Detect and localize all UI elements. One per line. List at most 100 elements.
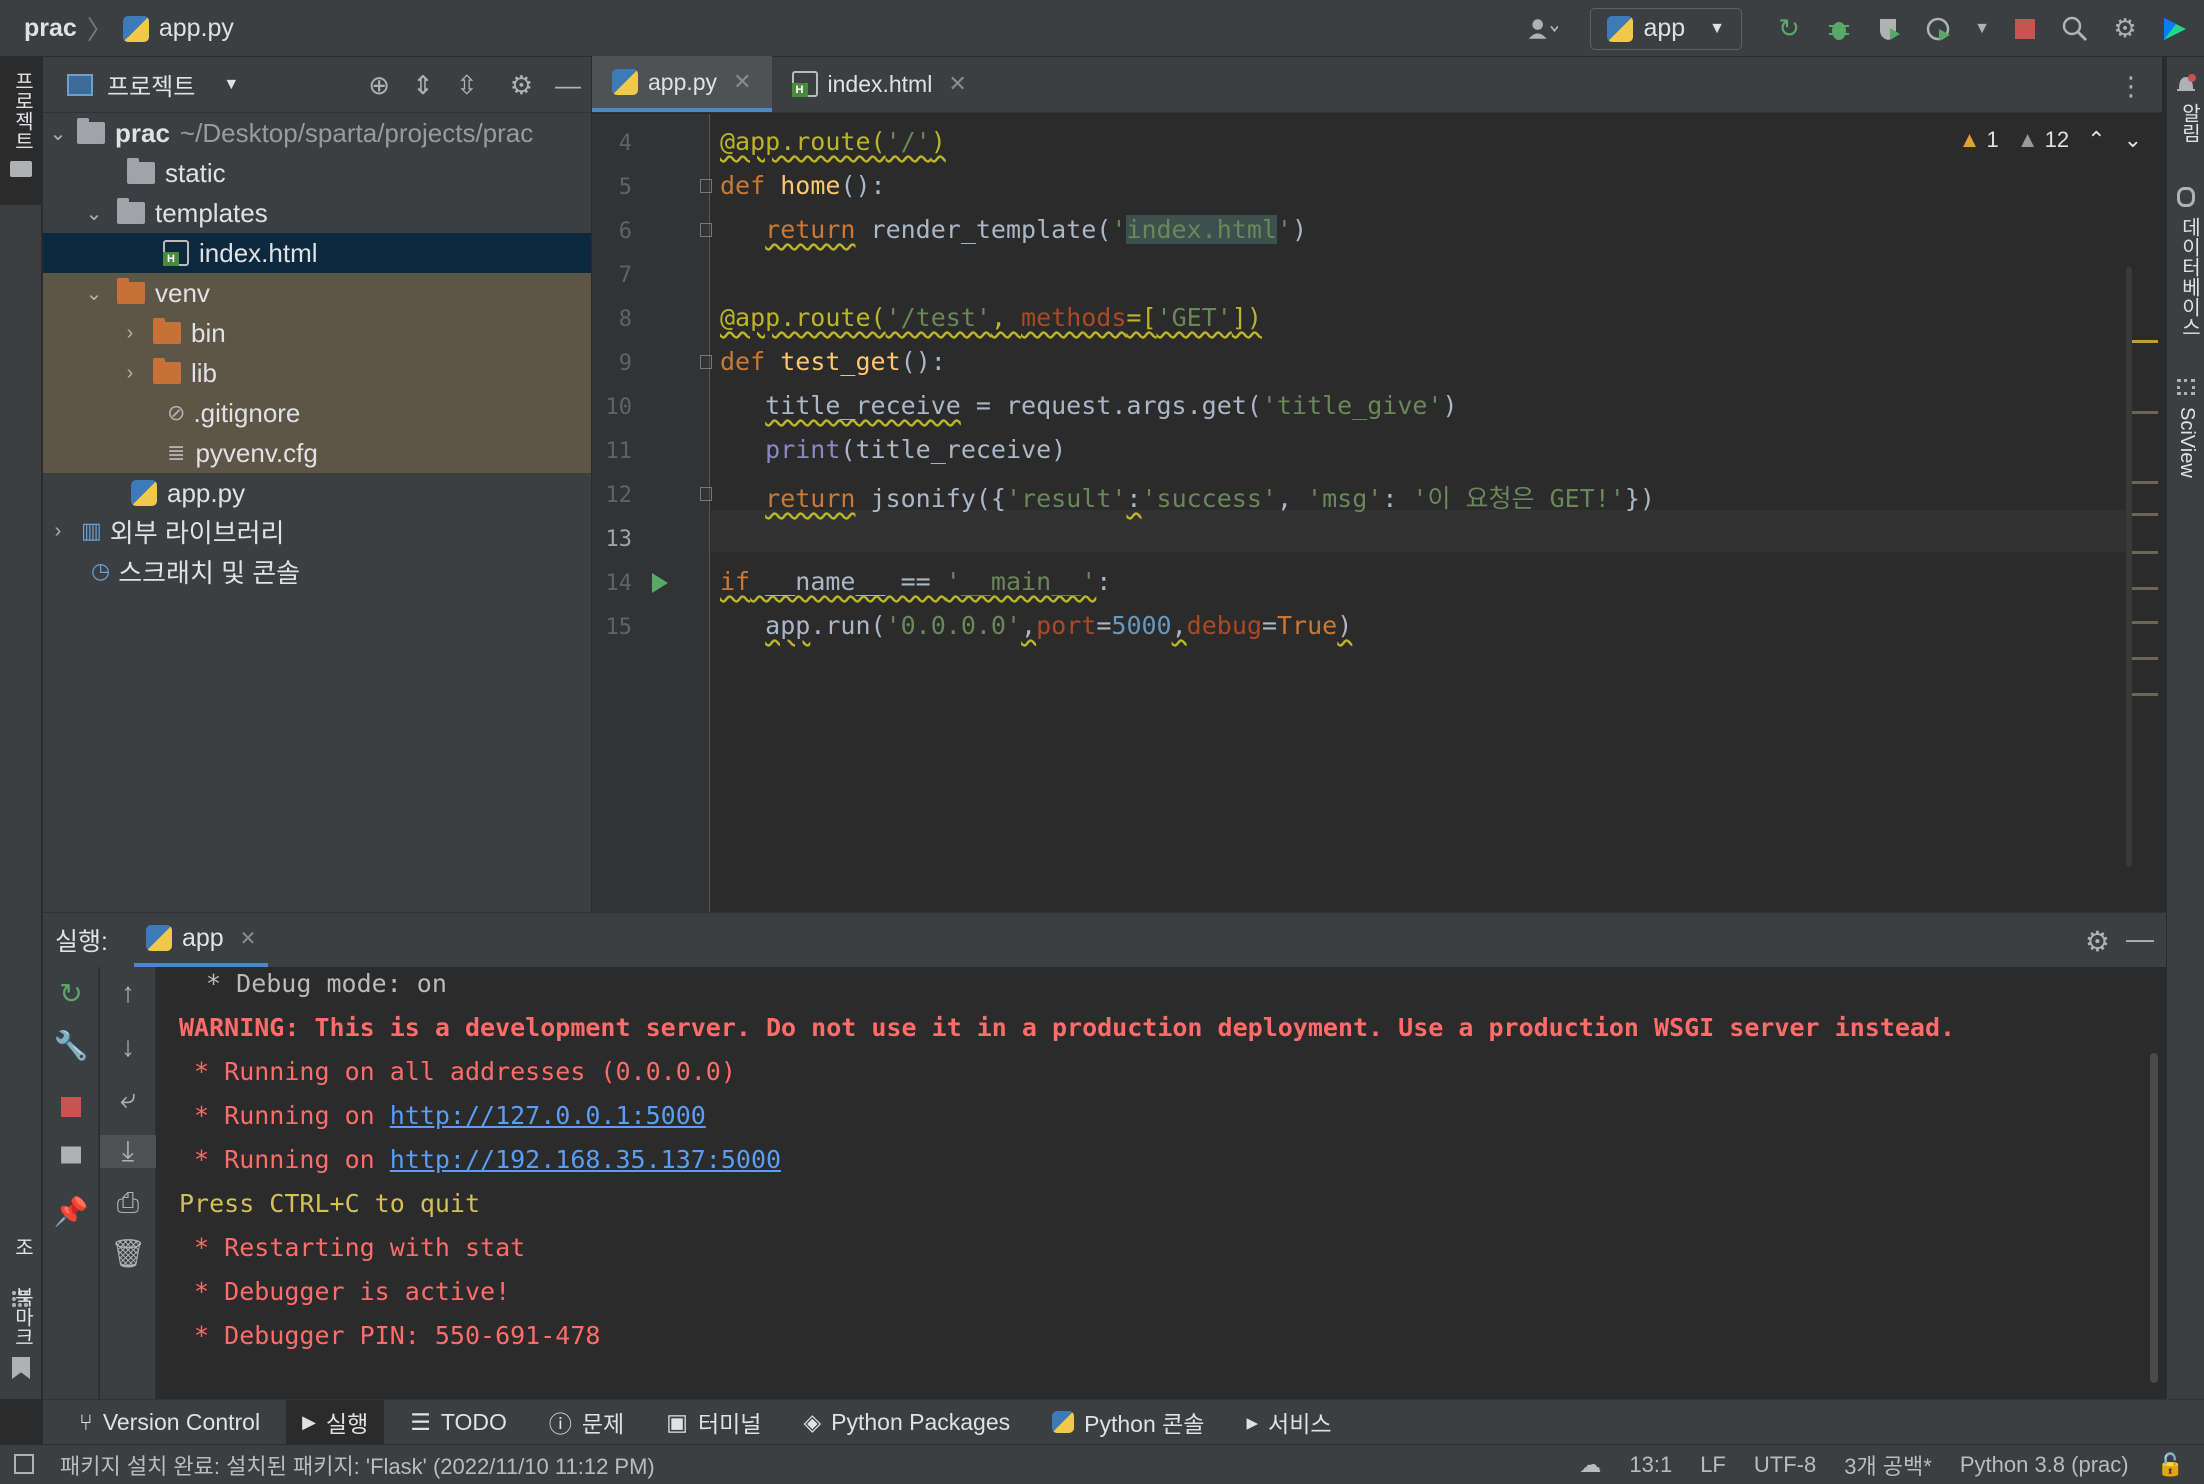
fold-marker-icon[interactable] xyxy=(700,223,712,237)
code-line[interactable]: @app.route('/test', methods=['GET']) xyxy=(720,303,1262,332)
trash-icon[interactable]: 🗑 xyxy=(100,1237,156,1270)
lock-icon[interactable]: 🔓 xyxy=(2157,1452,2184,1478)
chevron-right-icon[interactable]: › xyxy=(121,362,139,385)
tree-item-external-libraries[interactable]: › ▥ 외부 라이브러리 xyxy=(43,511,591,551)
tab-run[interactable]: ▶ 실행 xyxy=(286,1399,385,1445)
user-icon[interactable] xyxy=(1528,14,1559,44)
locate-icon[interactable]: ⊕ xyxy=(368,70,390,101)
weak-warning-marker[interactable] xyxy=(2132,693,2158,696)
weak-warning-indicator[interactable]: ▲ 12 xyxy=(2017,127,2069,153)
fold-marker-icon[interactable] xyxy=(700,355,712,369)
close-icon[interactable]: ✕ xyxy=(948,71,966,97)
search-icon[interactable] xyxy=(2060,14,2090,44)
tab-app-py[interactable]: app.py ✕ xyxy=(592,56,772,112)
tree-item-pyvenv-cfg[interactable]: ≣ pyvenv.cfg xyxy=(43,433,591,473)
hide-icon[interactable]: — xyxy=(555,70,581,101)
chevron-down-icon[interactable]: ⌄ xyxy=(85,201,103,226)
inspection-widget[interactable]: ▲ 1 ▲ 12 ⌃ ⌄ xyxy=(1959,127,2142,153)
file-encoding[interactable]: UTF-8 xyxy=(1754,1452,1816,1478)
wrench-icon[interactable]: 🔧 xyxy=(43,1029,99,1062)
weak-warning-marker[interactable] xyxy=(2132,481,2158,484)
toggle-tool-windows-icon[interactable] xyxy=(14,1454,34,1474)
weak-warning-marker[interactable] xyxy=(2132,587,2158,590)
code-line[interactable]: print(title_receive) xyxy=(720,435,1066,464)
notifications-tool-label[interactable]: 알림 xyxy=(2175,103,2204,143)
code-line[interactable]: @app.route('/') xyxy=(720,127,946,156)
stop-icon[interactable] xyxy=(43,1091,99,1123)
run-gutter-icon[interactable] xyxy=(652,573,668,593)
warning-indicator[interactable]: ▲ 1 xyxy=(1959,127,1999,153)
code-line[interactable]: app.run('0.0.0.0',port=5000,debug=True) xyxy=(720,611,1352,640)
hide-icon[interactable]: — xyxy=(2126,923,2154,955)
tree-item-bin[interactable]: › bin xyxy=(43,313,591,353)
bookmarks-tool-tab[interactable]: 북마크 xyxy=(0,1277,42,1397)
project-panel-title[interactable]: 프로젝트 xyxy=(107,67,195,102)
tree-item-templates[interactable]: ⌄ templates xyxy=(43,193,591,233)
more-options-icon[interactable]: ⋮ xyxy=(2118,71,2144,102)
code-line[interactable]: def home(): xyxy=(720,171,886,200)
code-line[interactable]: def test_get(): xyxy=(720,347,946,376)
database-tool-label[interactable]: 데이터베이스 xyxy=(2175,217,2204,337)
project-tool-tab[interactable]: 프로젝트 xyxy=(0,57,42,205)
indent-setting[interactable]: 3개 공백* xyxy=(1844,1449,1932,1481)
weak-warning-marker[interactable] xyxy=(2132,411,2158,414)
breadcrumb-project[interactable]: prac xyxy=(24,14,77,43)
tab-python-packages[interactable]: ◈ Python Packages xyxy=(787,1400,1026,1445)
code-line[interactable]: title_receive = request.args.get('title_… xyxy=(720,391,1457,420)
weak-warning-marker[interactable] xyxy=(2132,513,2158,516)
pin-icon[interactable]: 📌 xyxy=(43,1195,99,1228)
editor-scrollbar[interactable] xyxy=(2126,267,2132,867)
tab-todo[interactable]: ☰ TODO xyxy=(394,1400,523,1445)
debug-icon[interactable] xyxy=(1824,14,1854,44)
rerun-icon[interactable]: ↻ xyxy=(43,977,99,1010)
tab-problems[interactable]: ⓘ 문제 xyxy=(533,1400,640,1445)
warning-marker[interactable] xyxy=(2132,340,2158,343)
tab-terminal[interactable]: ▣ 터미널 xyxy=(650,1400,777,1445)
weak-warning-marker[interactable] xyxy=(2132,551,2158,554)
fold-marker-icon[interactable] xyxy=(700,179,712,193)
tree-item-app-py[interactable]: app.py xyxy=(43,473,591,513)
console-link[interactable]: http://192.168.35.137:5000 xyxy=(390,1145,781,1174)
tab-version-control[interactable]: ⑂ Version Control xyxy=(63,1400,276,1445)
console-scrollbar[interactable] xyxy=(2150,1053,2158,1383)
coverage-icon[interactable] xyxy=(1874,14,1904,44)
chevron-down-icon[interactable]: ▼ xyxy=(223,76,239,94)
expand-all-icon[interactable]: ⇕ xyxy=(412,70,434,101)
layout-icon[interactable]: ▀ xyxy=(43,1147,99,1179)
chevron-down-icon[interactable]: ⌄ xyxy=(85,281,103,306)
chevron-down-icon[interactable]: ⌄ xyxy=(49,121,67,146)
scroll-up-icon[interactable]: ↑ xyxy=(100,977,156,1009)
previous-highlight-icon[interactable]: ⌃ xyxy=(2087,127,2105,153)
run-tab-app[interactable]: app ✕ xyxy=(133,913,269,967)
tab-services[interactable]: ▸ 서비스 xyxy=(1230,1400,1347,1445)
settings-icon[interactable]: ⚙ xyxy=(510,70,533,101)
scroll-to-end-icon[interactable]: ⤓ xyxy=(100,1135,156,1168)
tab-python-console[interactable]: Python 콘솔 xyxy=(1036,1400,1220,1445)
weak-warning-marker[interactable] xyxy=(2132,657,2158,660)
code-line[interactable]: if __name__ == '__main__': xyxy=(720,567,1111,596)
soft-wrap-icon[interactable]: ⤶ xyxy=(100,1083,156,1116)
sciview-tool-label[interactable]: SciView xyxy=(2175,407,2198,478)
close-icon[interactable]: ✕ xyxy=(240,926,257,951)
tree-item-scratches[interactable]: ◷ 스크래치 및 콘솔 xyxy=(43,551,591,591)
settings-icon[interactable]: ⚙ xyxy=(2110,13,2140,44)
console-link[interactable]: http://127.0.0.1:5000 xyxy=(390,1101,706,1130)
stop-icon[interactable] xyxy=(2010,14,2040,44)
print-icon[interactable]: ⎙ xyxy=(100,1187,156,1220)
jetbrains-logo-icon[interactable] xyxy=(2160,14,2190,44)
next-highlight-icon[interactable]: ⌄ xyxy=(2124,127,2142,153)
tree-item-static[interactable]: static xyxy=(43,153,591,193)
code-line[interactable]: return render_template('index.html') xyxy=(720,215,1307,244)
more-run-options-icon[interactable]: ▼ xyxy=(1974,14,1990,44)
breadcrumb-file[interactable]: app.py xyxy=(159,14,234,43)
bell-icon[interactable] xyxy=(2175,73,2197,95)
cloud-settings-icon[interactable]: ☁ xyxy=(1579,1452,1601,1478)
tree-item-venv[interactable]: ⌄ venv xyxy=(43,273,591,313)
fold-marker-icon[interactable] xyxy=(700,487,712,501)
chevron-right-icon[interactable]: › xyxy=(121,322,139,345)
line-separator[interactable]: LF xyxy=(1700,1452,1726,1478)
tree-item-prac[interactable]: ⌄ prac ~/Desktop/sparta/projects/prac xyxy=(43,113,591,153)
tree-item-lib[interactable]: › lib xyxy=(43,353,591,393)
rerun-icon[interactable]: ↻ xyxy=(1774,13,1804,44)
status-message[interactable]: 패키지 설치 완료: 설치된 패키지: 'Flask' (2022/11/10 … xyxy=(60,1449,655,1481)
